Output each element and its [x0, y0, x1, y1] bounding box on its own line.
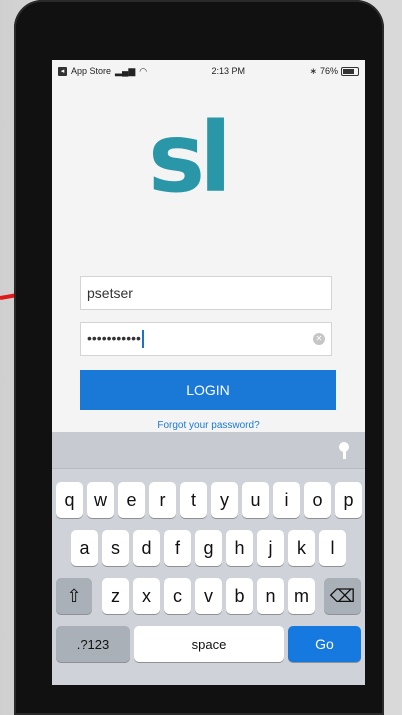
key-m[interactable]: m — [288, 578, 315, 614]
key-f[interactable]: f — [164, 530, 191, 566]
clear-icon[interactable]: ✕ — [313, 333, 325, 345]
battery-percent: 76% — [319, 66, 338, 76]
keyboard: q w e r t y u i o p a s d f g h j k l ⇧ … — [52, 432, 365, 685]
delete-key-icon[interactable]: ⌫ — [324, 578, 361, 614]
key-l[interactable]: l — [319, 530, 346, 566]
key-i[interactable]: i — [273, 482, 300, 518]
key-r[interactable]: r — [149, 482, 176, 518]
key-q[interactable]: q — [56, 482, 83, 518]
key-d[interactable]: d — [133, 530, 160, 566]
app-logo: sl — [148, 102, 232, 214]
key-s[interactable]: s — [102, 530, 129, 566]
numbers-key[interactable]: .?123 — [56, 626, 130, 662]
username-value: psetser — [87, 285, 133, 301]
key-icon[interactable] — [339, 442, 349, 459]
key-e[interactable]: e — [118, 482, 145, 518]
key-c[interactable]: c — [164, 578, 191, 614]
go-key[interactable]: Go — [288, 626, 361, 662]
key-v[interactable]: v — [195, 578, 222, 614]
login-button[interactable]: LOGIN — [80, 370, 336, 410]
key-x[interactable]: x — [133, 578, 160, 614]
keyboard-toolbar — [52, 432, 365, 469]
keyboard-row-3: ⇧ z x c v b n m ⌫ — [52, 578, 365, 614]
space-key[interactable]: space — [134, 626, 284, 662]
key-p[interactable]: p — [335, 482, 362, 518]
home-button-area — [150, 690, 250, 715]
key-a[interactable]: a — [71, 530, 98, 566]
text-cursor — [141, 330, 144, 349]
battery-fill — [343, 68, 354, 74]
status-time: 2:13 PM — [211, 66, 246, 76]
key-n[interactable]: n — [257, 578, 284, 614]
back-arrow-icon[interactable]: ◂ — [58, 66, 67, 76]
signal-icon: ▂▄▆ — [115, 65, 136, 76]
status-bar: ◂ App Store ▂▄▆ ◠ 2:13 PM ∗ 76% — [52, 60, 365, 82]
key-o[interactable]: o — [304, 482, 331, 518]
shift-key-icon[interactable]: ⇧ — [56, 578, 92, 614]
key-j[interactable]: j — [257, 530, 284, 566]
keyboard-row-1: q w e r t y u i o p — [52, 482, 365, 518]
password-field[interactable]: ••••••••••• ✕ — [80, 322, 332, 356]
key-h[interactable]: h — [226, 530, 253, 566]
back-to-app[interactable]: App Store — [71, 66, 111, 76]
key-u[interactable]: u — [242, 482, 269, 518]
wifi-icon: ◠ — [139, 65, 148, 76]
bluetooth-icon: ∗ — [309, 65, 317, 76]
key-y[interactable]: y — [211, 482, 238, 518]
key-b[interactable]: b — [226, 578, 253, 614]
battery-icon — [341, 66, 359, 76]
password-value: ••••••••••• — [87, 329, 141, 346]
forgot-password-link[interactable]: Forgot your password? — [52, 420, 365, 431]
keyboard-row-4: .?123 space Go — [52, 626, 365, 662]
keyboard-row-2: a s d f g h j k l — [52, 530, 365, 566]
username-field[interactable]: psetser — [80, 276, 332, 310]
key-k[interactable]: k — [288, 530, 315, 566]
key-g[interactable]: g — [195, 530, 222, 566]
key-z[interactable]: z — [102, 578, 129, 614]
key-t[interactable]: t — [180, 482, 207, 518]
key-w[interactable]: w — [87, 482, 114, 518]
phone-screen: ◂ App Store ▂▄▆ ◠ 2:13 PM ∗ 76% sl psets… — [52, 60, 365, 685]
